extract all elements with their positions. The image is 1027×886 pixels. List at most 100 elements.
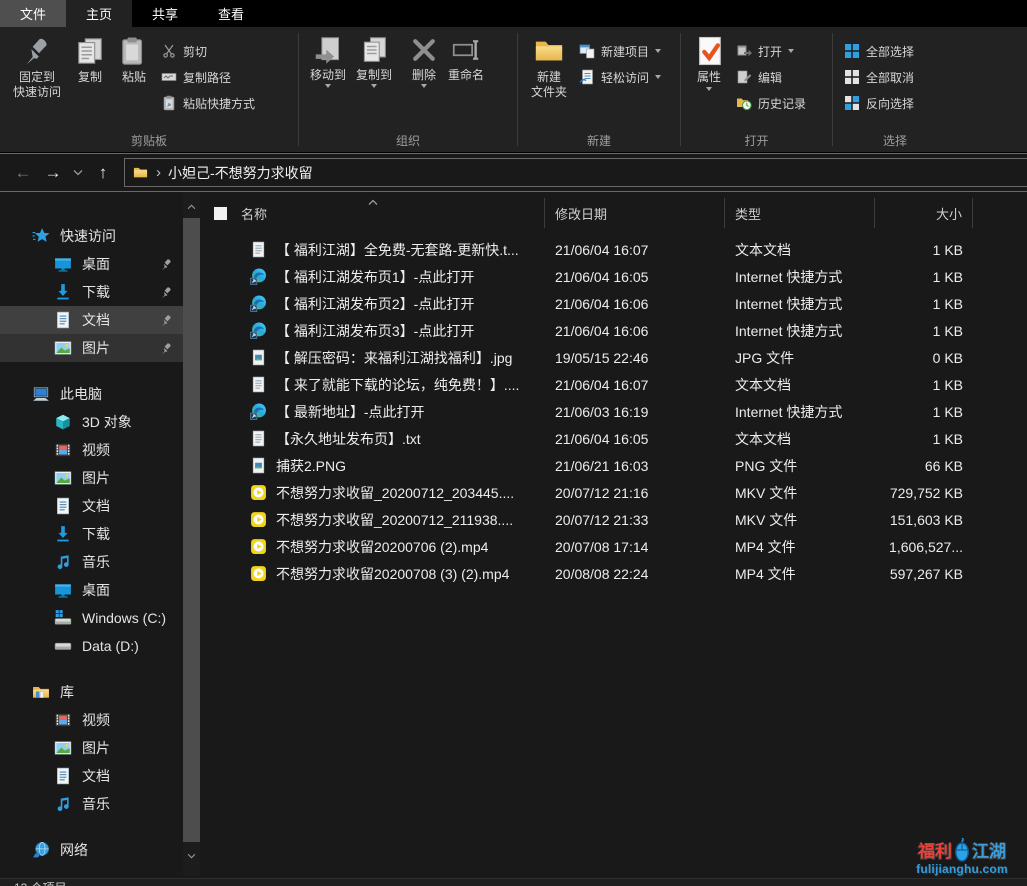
sidebar-item-快速访问[interactable]: 快速访问 [0,222,183,250]
file-name-cell[interactable]: 不想努力求收留_20200712_203445.... [200,483,545,503]
sidebar-item-桌面[interactable]: 桌面 [0,576,183,604]
tab-share[interactable]: 共享 [132,0,198,27]
column-header-size[interactable]: 大小 [875,198,973,228]
copy-path-button[interactable]: 复制路径 [156,64,260,90]
file-name-cell[interactable]: 【永久地址发布页】.txt [200,429,545,449]
file-row[interactable]: 不想努力求收留_20200712_203445.... 20/07/12 21:… [200,479,1027,506]
music-icon [54,553,72,571]
column-header-type[interactable]: 类型 [725,198,875,228]
sidebar-item-视频[interactable]: 视频 [0,706,183,734]
file-name-cell[interactable]: 【 福利江湖发布页2】-点此打开 [200,294,545,314]
file-name-cell[interactable]: 不想努力求收留_20200712_211938.... [200,510,545,530]
file-row[interactable]: 不想努力求收留20200706 (2).mp4 20/07/08 17:14 M… [200,533,1027,560]
sidebar-item-音乐[interactable]: 音乐 [0,548,183,576]
file-name-cell[interactable]: 【 来了就能下载的论坛，纯免费！】.... [200,375,545,395]
clipboard-group-label: 剪贴板 [0,132,298,149]
sidebar-scrollbar[interactable] [183,192,200,876]
watermark-text-left: 福利 [918,837,952,862]
sidebar-item-Windows (C:)[interactable]: Windows (C:) [0,604,183,632]
sidebar-item-文档[interactable]: 文档 [0,492,183,520]
film-icon [54,711,72,729]
sidebar-item-图片[interactable]: 图片 [0,334,183,362]
sidebar-item-此电脑[interactable]: 此电脑 [0,380,183,408]
file-name-cell[interactable]: 【 解压密码：来福利江湖找福利】.jpg [200,348,545,368]
file-type: MKV 文件 [725,510,875,530]
file-name-cell[interactable]: 【 福利江湖】全免费-无套路-更新快.t... [200,240,545,260]
easy-access-button[interactable]: 轻松访问 [574,64,666,90]
file-name-cell[interactable]: 【 最新地址】-点此打开 [200,402,545,422]
move-to-button[interactable]: 移动到 [305,32,351,92]
delete-button[interactable]: 删除 [405,32,443,92]
sidebar-item-下载[interactable]: 下载 [0,520,183,548]
new-folder-button[interactable]: 新建 文件夹 [524,32,574,104]
file-name-cell[interactable]: 【 福利江湖发布页3】-点此打开 [200,321,545,341]
scrollbar-thumb[interactable] [183,218,200,842]
paste-shortcut-button[interactable]: 粘贴快捷方式 [156,90,260,116]
file-row[interactable]: 【 福利江湖发布页1】-点此打开 21/06/04 16:05 Internet… [200,263,1027,290]
scroll-down-icon[interactable] [183,847,200,864]
rename-button[interactable]: 重命名 [443,32,489,86]
file-row[interactable]: 【 福利江湖发布页2】-点此打开 21/06/04 16:06 Internet… [200,290,1027,317]
select-all-checkbox[interactable] [214,207,227,220]
tab-file[interactable]: 文件 [0,0,66,27]
tab-view[interactable]: 查看 [198,0,264,27]
sidebar-item-下载[interactable]: 下载 [0,278,183,306]
file-row[interactable]: 不想努力求收留_20200712_211938.... 20/07/12 21:… [200,506,1027,533]
pin-icon[interactable] [160,342,173,355]
file-row[interactable]: 【永久地址发布页】.txt 21/06/04 16:05 文本文档 1 KB [200,425,1027,452]
file-name-cell[interactable]: 不想努力求收留20200706 (2).mp4 [200,537,545,557]
pin-to-quick-access-button[interactable]: 固定到 快速访问 [6,32,68,104]
sidebar-item-文档[interactable]: 文档 [0,306,183,334]
sidebar-item-网络[interactable]: 网络 [0,836,183,864]
sidebar-item-3D 对象[interactable]: 3D 对象 [0,408,183,436]
file-row[interactable]: 【 来了就能下载的论坛，纯免费！】.... 21/06/04 16:07 文本文… [200,371,1027,398]
invert-selection-button[interactable]: 反向选择 [839,90,919,116]
open-button[interactable]: 打开 [731,38,811,64]
file-name: 不想努力求收留20200706 (2).mp4 [276,537,488,557]
sidebar-item-音乐[interactable]: 音乐 [0,790,183,818]
file-row[interactable]: 【 最新地址】-点此打开 21/06/03 16:19 Internet 快捷方… [200,398,1027,425]
sidebar-item-库[interactable]: 库 [0,678,183,706]
edge-file-icon [250,268,267,285]
file-row[interactable]: 【 福利江湖】全免费-无套路-更新快.t... 21/06/04 16:07 文… [200,236,1027,263]
sidebar-item-文档[interactable]: 文档 [0,762,183,790]
history-icon [736,95,752,111]
properties-button[interactable]: 属性 [687,32,731,95]
copy-to-button[interactable]: 复制到 [351,32,397,92]
file-row[interactable]: 【 福利江湖发布页3】-点此打开 21/06/04 16:06 Internet… [200,317,1027,344]
forward-button[interactable]: → [38,158,68,188]
recent-locations-button[interactable] [68,158,88,188]
pin-icon[interactable] [160,286,173,299]
up-button[interactable]: ↑ [88,158,118,188]
file-date: 21/06/04 16:07 [545,242,725,258]
select-group-label: 选择 [833,132,957,149]
select-all-button[interactable]: 全部选择 [839,38,919,64]
breadcrumb[interactable]: 小妲己-不想努力求收留 [168,163,313,183]
pin-icon[interactable] [160,258,173,271]
file-name-cell[interactable]: 捕获2.PNG [200,456,545,476]
column-header-date[interactable]: 修改日期 [545,198,725,228]
sidebar-item-图片[interactable]: 图片 [0,464,183,492]
edit-button[interactable]: 编辑 [731,64,811,90]
tab-home[interactable]: 主页 [66,0,132,27]
sidebar-item-Data (D:)[interactable]: Data (D:) [0,632,183,660]
file-name-cell[interactable]: 不想努力求收留20200708 (3) (2).mp4 [200,564,545,584]
history-button[interactable]: 历史记录 [731,90,811,116]
sidebar-item-视频[interactable]: 视频 [0,436,183,464]
address-input[interactable]: › 小妲己-不想努力求收留 [124,158,1027,187]
cut-button[interactable]: 剪切 [156,38,260,64]
copy-button[interactable]: 复制 [68,32,112,89]
ribbon-group-open: 属性 打开 编辑 历史记录 打开 [681,27,832,152]
sidebar-item-图片[interactable]: 图片 [0,734,183,762]
select-none-button[interactable]: 全部取消 [839,64,919,90]
pin-icon[interactable] [160,314,173,327]
new-item-button[interactable]: 新建项目 [574,38,666,64]
file-row[interactable]: 不想努力求收留20200708 (3) (2).mp4 20/08/08 22:… [200,560,1027,587]
scroll-up-icon[interactable] [183,198,200,215]
sidebar-item-桌面[interactable]: 桌面 [0,250,183,278]
file-row[interactable]: 捕获2.PNG 21/06/21 16:03 PNG 文件 66 KB [200,452,1027,479]
paste-button[interactable]: 粘贴 [112,32,156,89]
file-name-cell[interactable]: 【 福利江湖发布页1】-点此打开 [200,267,545,287]
back-button[interactable]: ← [8,158,38,188]
file-row[interactable]: 【 解压密码：来福利江湖找福利】.jpg 19/05/15 22:46 JPG … [200,344,1027,371]
